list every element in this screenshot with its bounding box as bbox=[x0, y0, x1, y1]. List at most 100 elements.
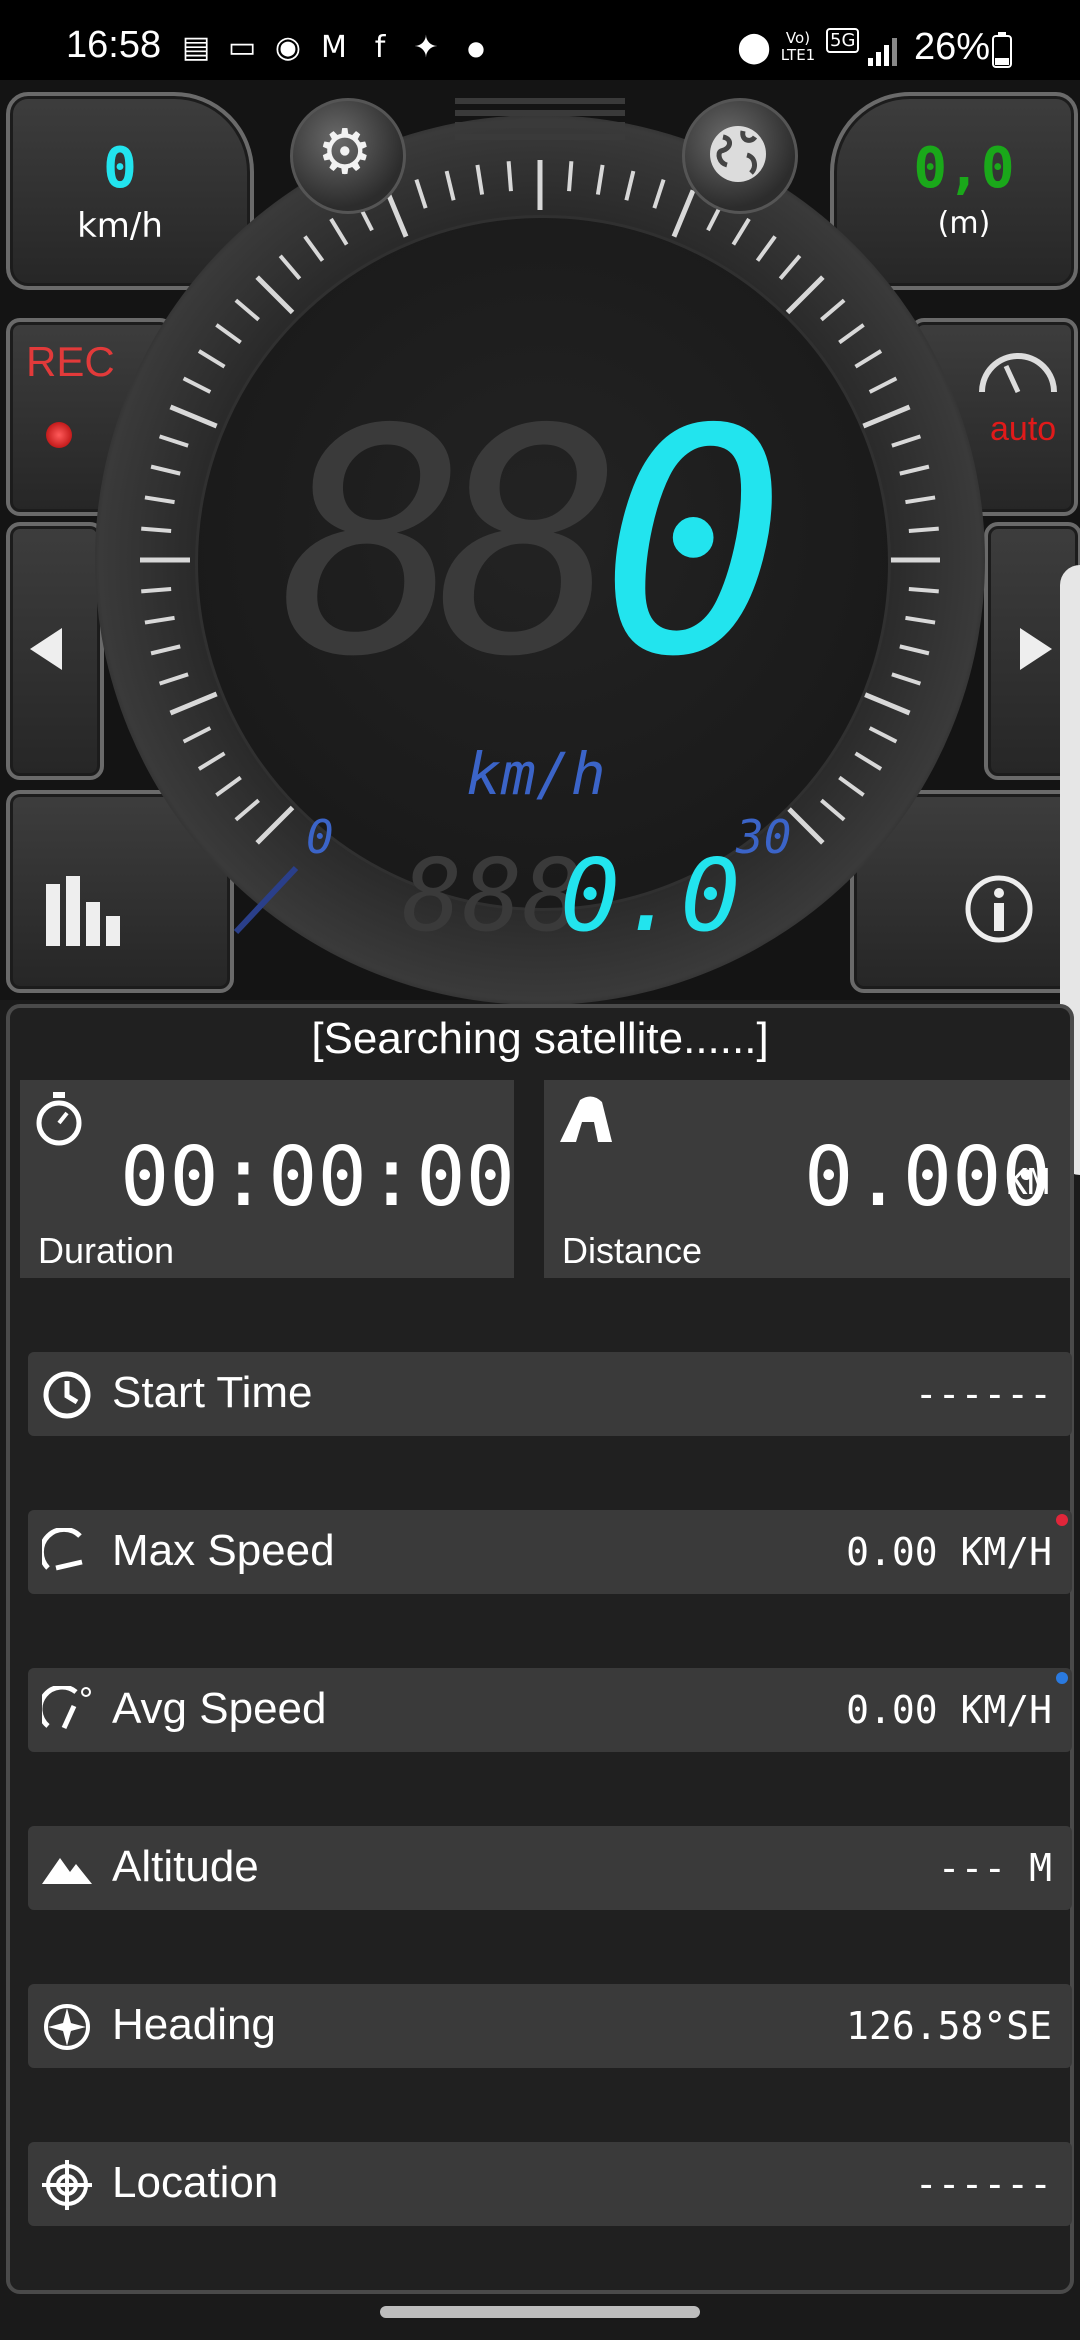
dial-tick bbox=[838, 775, 865, 797]
dial-tick bbox=[854, 349, 883, 369]
message-icon: ▭ bbox=[227, 30, 257, 65]
dial-tick bbox=[899, 464, 930, 476]
distance-unit: KM bbox=[1006, 1162, 1050, 1203]
dial-tick bbox=[255, 805, 295, 845]
trip-stats-panel: [Searching satellite......] 00:00:00 Dur… bbox=[6, 1004, 1074, 2294]
altitude-label: Altitude bbox=[112, 1842, 259, 1891]
dial-tick bbox=[891, 434, 922, 448]
max-speed-row: Max Speed 0.00 KM/H bbox=[28, 1510, 1072, 1594]
needle-start-mark bbox=[233, 865, 299, 935]
dial-tick bbox=[144, 615, 175, 625]
avg-speed-label: Avg Speed bbox=[112, 1684, 327, 1733]
dial-tick bbox=[158, 434, 189, 448]
dial-tick bbox=[150, 644, 181, 656]
max-speed-value: 0.00 KM/H bbox=[846, 1530, 1052, 1574]
max-speed-indicator bbox=[1056, 1514, 1068, 1526]
dial-tick bbox=[329, 217, 349, 246]
dial-tick bbox=[868, 376, 898, 394]
network-label: Vo) LTE1 bbox=[780, 29, 816, 64]
dial-tick bbox=[475, 164, 485, 195]
altitude-row: Altitude --- M bbox=[28, 1826, 1072, 1910]
start-time-row: Start Time ------ bbox=[28, 1352, 1072, 1436]
dial-tick bbox=[820, 798, 846, 822]
stopwatch-icon bbox=[36, 1092, 82, 1146]
scale-min-label: 0 bbox=[306, 810, 334, 864]
gears-icon: ⚙ bbox=[317, 115, 373, 188]
settings-button[interactable]: ⚙ bbox=[290, 98, 406, 214]
speed-digit: 0 bbox=[600, 364, 787, 725]
map-button[interactable] bbox=[682, 98, 798, 214]
speed-unit-label: km/h bbox=[466, 740, 606, 808]
signal-icon bbox=[868, 38, 897, 66]
location-icon: ⬤ bbox=[737, 30, 771, 65]
dial-tick bbox=[908, 587, 939, 594]
scale-max-label: 30 bbox=[736, 810, 792, 864]
battery-percent: 26% bbox=[914, 26, 991, 68]
chevron-left-icon bbox=[30, 628, 62, 670]
odometer-value: 0.0 bbox=[560, 837, 741, 954]
location-value: ------ bbox=[914, 2162, 1052, 2206]
home-gesture-bar[interactable] bbox=[380, 2306, 700, 2318]
altitude-value: --- M bbox=[937, 1846, 1052, 1890]
dial-tick bbox=[506, 161, 513, 192]
mountain-icon bbox=[42, 1858, 92, 1884]
chevron-right-icon bbox=[1020, 628, 1052, 670]
dial-tick bbox=[169, 404, 218, 429]
distance-label: Distance bbox=[562, 1230, 703, 1271]
duration-box: 00:00:00 Duration bbox=[20, 1080, 515, 1278]
messenger-icon: ◉ bbox=[274, 30, 302, 65]
clock-icon bbox=[43, 1371, 91, 1419]
dial-tick bbox=[197, 751, 226, 771]
dial-tick bbox=[567, 161, 574, 192]
heading-label: Heading bbox=[112, 2000, 276, 2049]
speedometer-icon bbox=[42, 1528, 83, 1571]
previous-page-button[interactable] bbox=[6, 522, 104, 780]
dial-tick bbox=[278, 254, 302, 280]
dial-tick bbox=[868, 726, 898, 744]
dial-tick bbox=[150, 464, 181, 476]
news-icon: ▤ bbox=[181, 30, 211, 65]
avg-speed-row: Avg Speed 0.00 KM/H bbox=[28, 1668, 1072, 1752]
duration-value: 00:00:00 bbox=[120, 1130, 515, 1225]
avg-speed-value: 0.00 KM/H bbox=[846, 1688, 1052, 1732]
dial-tick bbox=[414, 178, 428, 209]
dial-tick bbox=[255, 275, 295, 315]
road-icon bbox=[560, 1096, 612, 1142]
dial-tick bbox=[785, 275, 825, 315]
gps-status-message: [Searching satellite......] bbox=[311, 1014, 769, 1063]
dial-tick bbox=[838, 323, 865, 345]
compass-icon bbox=[44, 2004, 90, 2050]
facebook-icon: f bbox=[374, 30, 386, 65]
start-time-label: Start Time bbox=[112, 1368, 313, 1417]
dial-tick bbox=[899, 644, 930, 656]
more-dot-icon: ● bbox=[467, 36, 485, 60]
crosshair-icon bbox=[42, 2160, 92, 2210]
dial-tick bbox=[182, 726, 212, 744]
globe-icon bbox=[710, 126, 766, 182]
dial-tick bbox=[169, 691, 218, 716]
rec-indicator-icon bbox=[46, 422, 72, 448]
dial-tick bbox=[862, 691, 911, 716]
dial-tick bbox=[141, 587, 172, 594]
dial-tick bbox=[234, 798, 260, 822]
dial-tick bbox=[444, 170, 456, 201]
odometer-ghost: 888 bbox=[402, 837, 583, 954]
dial-tick bbox=[652, 178, 666, 209]
distance-box: 0.000 KM Distance bbox=[544, 1080, 1070, 1278]
battery-icon bbox=[992, 32, 1012, 68]
heading-row: Heading 126.58°SE bbox=[28, 1984, 1072, 2068]
dial-tick bbox=[182, 376, 212, 394]
auto-label: auto bbox=[990, 410, 1057, 448]
dial-tick bbox=[891, 672, 922, 686]
dial-tick bbox=[144, 495, 175, 505]
dial-tick bbox=[158, 672, 189, 686]
dial-tick bbox=[731, 217, 751, 246]
dial-tick bbox=[908, 526, 939, 533]
dial-tick bbox=[755, 235, 777, 262]
network-type: 5G bbox=[826, 28, 860, 53]
avg-speedometer-icon bbox=[42, 1686, 91, 1730]
location-row: Location ------ bbox=[28, 2142, 1072, 2226]
dial-tick bbox=[905, 495, 936, 505]
max-speed-label: Max Speed bbox=[112, 1526, 335, 1575]
dial-tick bbox=[862, 404, 911, 429]
